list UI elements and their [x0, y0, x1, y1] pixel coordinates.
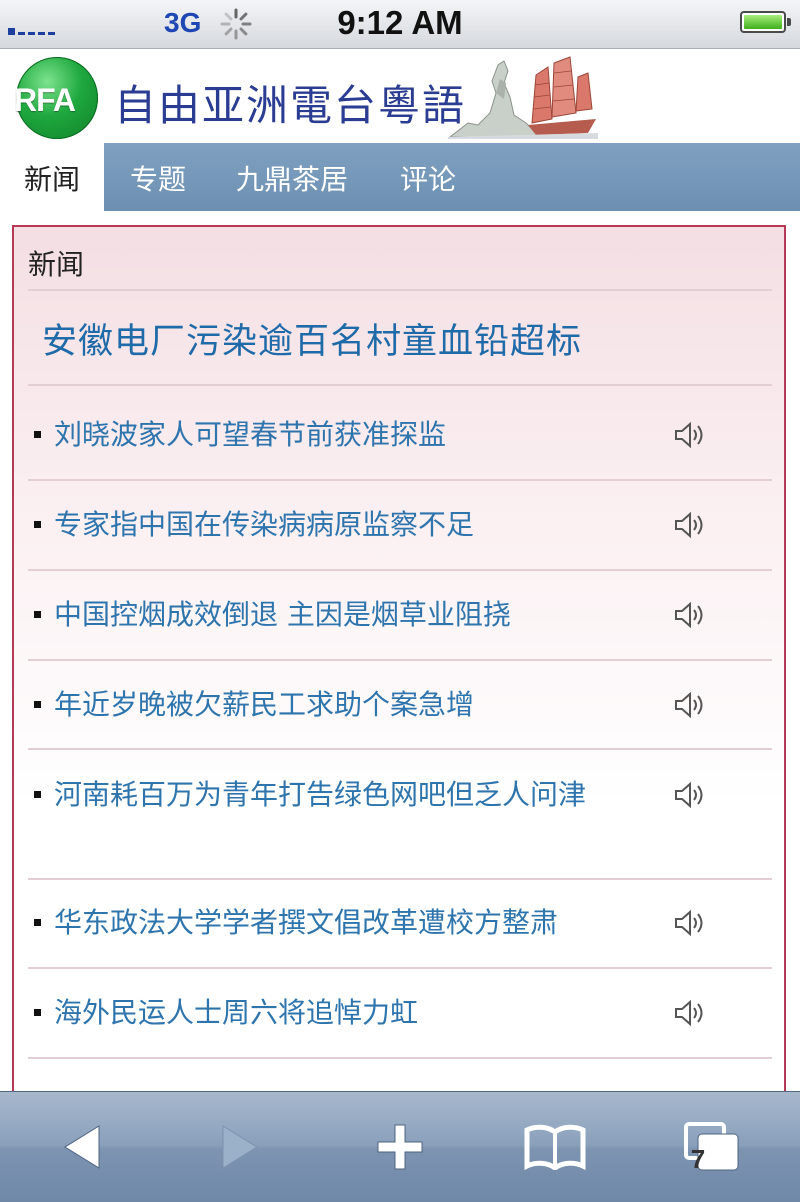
bullet-icon	[34, 791, 41, 798]
news-item[interactable]: 刘晓波家人可望春节前获准探监	[28, 415, 772, 465]
site-title: 自由亚洲電台粵語	[114, 81, 467, 130]
divider	[28, 289, 772, 291]
add-bookmark-button[interactable]	[350, 1092, 450, 1202]
tab-count-badge: 7	[690, 1144, 706, 1174]
divider	[28, 384, 772, 386]
divider	[28, 479, 772, 481]
news-item[interactable]: 中国控烟成效倒退 主因是烟草业阻挠	[28, 595, 772, 645]
tab-teahouse[interactable]: 九鼎茶居	[220, 143, 364, 211]
tab-commentary[interactable]: 评论	[378, 143, 478, 211]
news-item[interactable]: 年近岁晚被欠薪民工求助个案急增	[28, 685, 772, 735]
news-item-title[interactable]: 海外民运人士周六将追悼力虹	[54, 993, 646, 1033]
divider	[28, 659, 772, 661]
tab-news[interactable]: 新闻	[0, 143, 104, 213]
divider	[28, 748, 772, 750]
top-headline-link[interactable]: 安徽电厂污染逾百名村童血铅超标	[42, 313, 582, 364]
forward-arrow-icon	[222, 1125, 258, 1169]
news-item[interactable]: 河南耗百万为青年打告绿色网吧但乏人问津	[28, 775, 772, 865]
back-button[interactable]	[32, 1092, 132, 1202]
add-icon	[377, 1124, 423, 1170]
bullet-icon	[34, 1009, 41, 1016]
news-item[interactable]: 华东政法大学学者撰文倡改革遭校方整肃	[28, 903, 772, 953]
status-time: 9:12 AM	[337, 4, 463, 41]
speaker-icon[interactable]	[672, 420, 708, 450]
bookmarks-button[interactable]	[505, 1092, 605, 1202]
bullet-icon	[34, 919, 41, 926]
speaker-icon[interactable]	[672, 998, 708, 1028]
bullet-icon	[34, 431, 41, 438]
divider	[28, 1057, 772, 1059]
bullet-icon	[34, 611, 41, 618]
news-item-title[interactable]: 河南耗百万为青年打告绿色网吧但乏人问津	[54, 775, 646, 815]
news-item[interactable]: 海外民运人士周六将追悼力虹	[28, 993, 772, 1043]
speaker-icon[interactable]	[672, 690, 708, 720]
section-title: 新闻	[28, 248, 85, 281]
pages-button[interactable]: 7	[662, 1092, 762, 1202]
news-item-title[interactable]: 华东政法大学学者撰文倡改革遭校方整肃	[54, 903, 646, 943]
speaker-icon[interactable]	[672, 510, 708, 540]
browser-toolbar: 7	[0, 1091, 800, 1202]
divider	[28, 967, 772, 969]
speaker-icon[interactable]	[672, 600, 708, 630]
divider	[28, 878, 772, 880]
news-item-title[interactable]: 中国控烟成效倒退 主因是烟草业阻挠	[54, 595, 646, 635]
bullet-icon	[34, 521, 41, 528]
news-item-title[interactable]: 专家指中国在传染病病原监察不足	[54, 505, 646, 545]
bullet-icon	[34, 701, 41, 708]
news-item-title[interactable]: 刘晓波家人可望春节前获准探监	[54, 415, 646, 455]
forward-button[interactable]	[190, 1092, 290, 1202]
back-arrow-icon	[64, 1125, 100, 1169]
section-nav: 新闻 专题 九鼎茶居 评论	[0, 143, 800, 213]
banner-illustration-icon	[448, 56, 598, 139]
speaker-icon[interactable]	[672, 908, 708, 938]
news-panel: 新闻 安徽电厂污染逾百名村童血铅超标 刘晓波家人可望春节前获准探监 专家指中国在…	[12, 225, 786, 1115]
site-header: RFA 自由亚洲電台粵語	[0, 49, 800, 143]
status-bar: 3G 9:12 AM	[0, 0, 800, 49]
speaker-icon[interactable]	[672, 780, 708, 810]
tab-features[interactable]: 专题	[108, 143, 208, 211]
logo-text: RFA	[14, 82, 76, 118]
news-item[interactable]: 专家指中国在传染病病原监察不足	[28, 505, 772, 555]
bookmarks-icon	[524, 1124, 586, 1170]
battery-icon	[740, 11, 791, 33]
news-item-title[interactable]: 年近岁晚被欠薪民工求助个案急增	[54, 685, 646, 725]
divider	[28, 569, 772, 571]
